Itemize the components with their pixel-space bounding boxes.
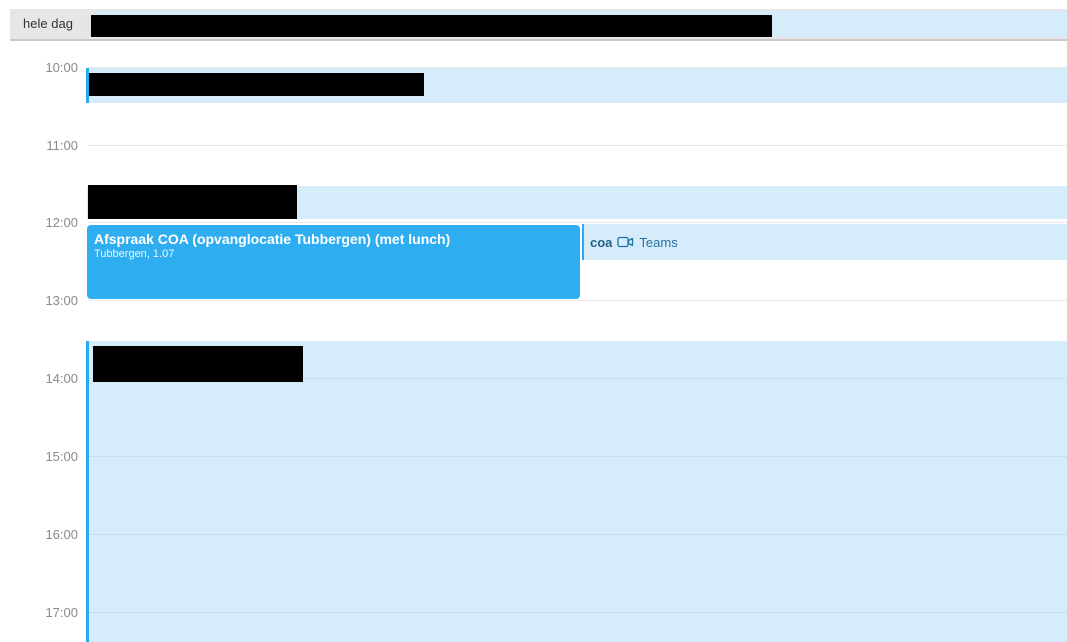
hour-line-15 (89, 456, 1067, 457)
all-day-label: hele dag (23, 16, 73, 31)
redacted-all-day-title (91, 15, 772, 37)
time-label-12: 12:00 (45, 215, 78, 230)
hour-line-17 (89, 612, 1067, 613)
time-label-14: 14:00 (45, 371, 78, 386)
time-label-11: 11:00 (46, 138, 78, 153)
redacted-event-title (88, 185, 297, 219)
event-afternoon[interactable] (86, 341, 1067, 642)
hour-line-16 (89, 534, 1067, 535)
event-coa-teams[interactable]: coa Teams (582, 224, 1067, 260)
video-camera-icon (617, 236, 634, 248)
redacted-event-title (93, 346, 303, 382)
time-label-13: 13:00 (45, 293, 78, 308)
time-label-15: 15:00 (45, 449, 78, 464)
time-label-17: 17:00 (45, 605, 78, 620)
time-label-16: 16:00 (45, 527, 78, 542)
event-location: Tubbergen, 1.07 (94, 248, 175, 260)
event-meeting-type: Teams (639, 234, 678, 250)
hour-line-11 (88, 145, 1067, 146)
hour-line-12 (88, 222, 1067, 223)
event-title: Afspraak COA (opvanglocatie Tubbergen) (… (94, 231, 451, 247)
hour-line-13 (88, 300, 1067, 301)
time-label-10: 10:00 (45, 60, 78, 75)
redacted-event-title (89, 73, 424, 96)
event-afspraak-coa[interactable]: Afspraak COA (opvanglocatie Tubbergen) (… (87, 225, 580, 299)
event-title: coa (590, 234, 613, 250)
